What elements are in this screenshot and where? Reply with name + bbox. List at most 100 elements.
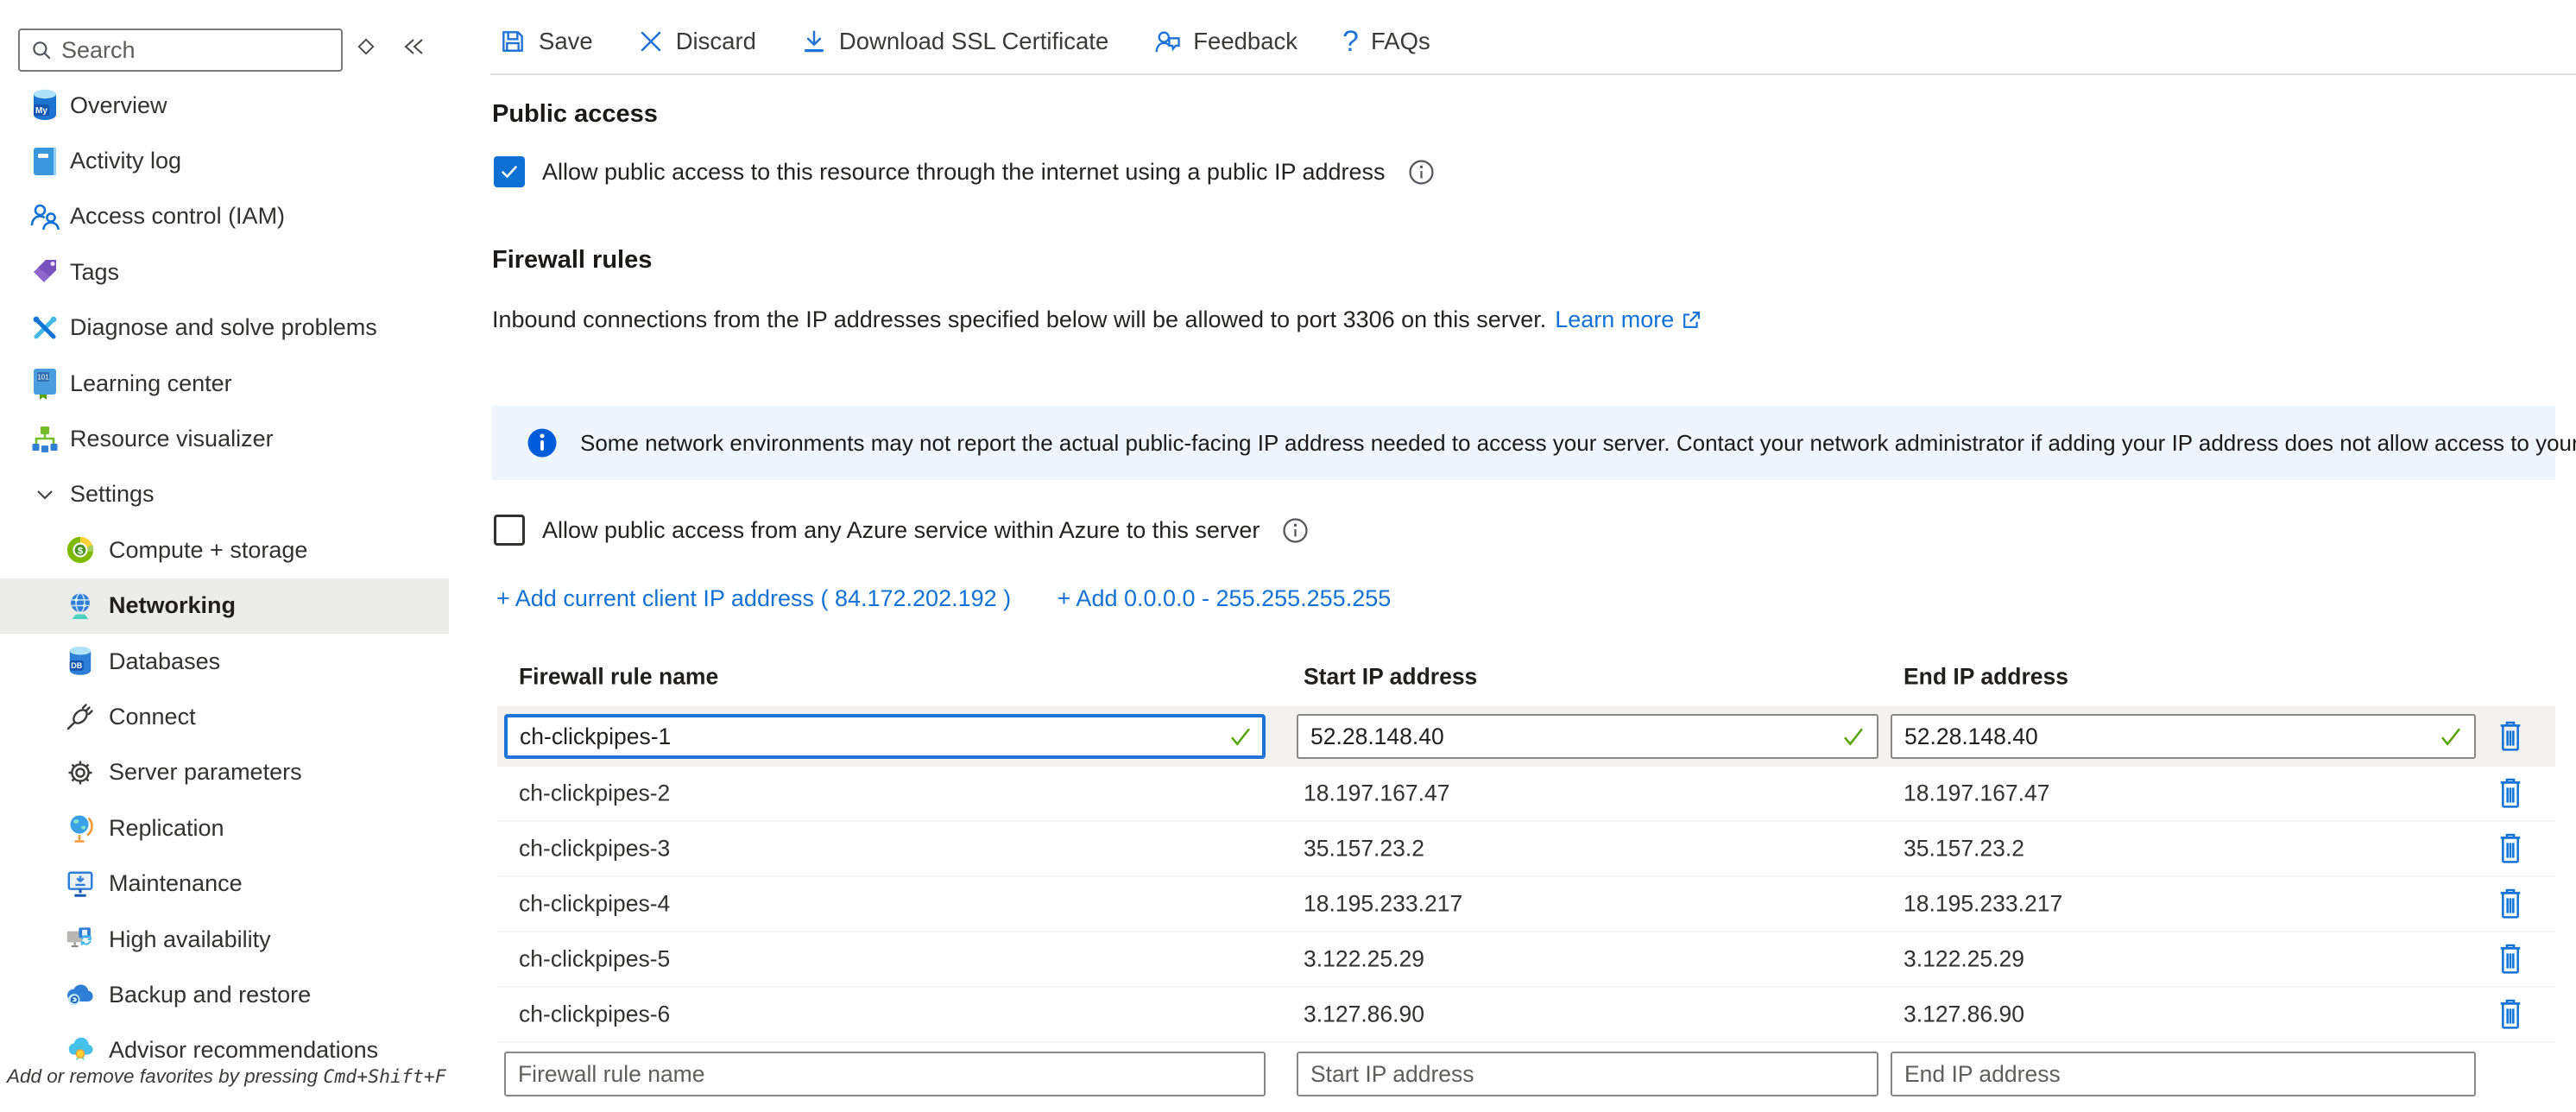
sidebar-item-maintenance[interactable]: Maintenance (0, 856, 449, 911)
mysql-server-icon: My (28, 87, 61, 123)
info-banner: Some network environments may not report… (492, 406, 2555, 480)
save-button[interactable]: Save (499, 28, 593, 55)
sidebar-item-access-control[interactable]: Access control (IAM) (0, 189, 449, 244)
azure-services-checkbox-label: Allow public access from any Azure servi… (542, 517, 1260, 544)
sidebar-item-label: Networking (109, 592, 236, 619)
save-icon (499, 28, 527, 55)
discard-label: Discard (676, 28, 756, 55)
column-header-start-ip: Start IP address (1304, 664, 1477, 691)
sidebar-menu: My Overview Activity log Access control … (0, 78, 449, 1078)
delete-rule-button[interactable] (2491, 995, 2529, 1033)
table-row: ch-clickpipes-6 3.127.86.90 3.127.86.90 (497, 988, 2555, 1043)
discard-button[interactable]: Discard (638, 28, 756, 55)
info-filled-icon (527, 427, 558, 458)
delete-rule-button[interactable] (2491, 830, 2529, 868)
end-ip-cell: 3.122.25.29 (1904, 946, 2024, 973)
learn-more-link[interactable]: Learn more (1555, 306, 1702, 333)
sidebar-item-server-parameters[interactable]: Server parameters (0, 745, 449, 800)
sidebar-item-backup-restore[interactable]: Backup and restore (0, 967, 449, 1022)
learning-center-icon: 101 (28, 365, 61, 401)
sidebar-group-settings[interactable]: Settings (0, 467, 449, 522)
feedback-icon (1153, 28, 1181, 55)
toolbar-divider (490, 73, 2576, 75)
sidebar-item-databases[interactable]: DB Databases (0, 634, 449, 689)
feedback-label: Feedback (1193, 28, 1297, 55)
sidebar-item-connect[interactable]: Connect (0, 689, 449, 744)
add-client-ip-link[interactable]: + Add current client IP address ( 84.172… (496, 585, 1011, 611)
delete-rule-button[interactable] (2491, 885, 2529, 923)
faqs-button[interactable]: ? FAQs (1342, 27, 1430, 56)
backup-restore-icon (66, 976, 95, 1013)
download-icon (801, 28, 827, 54)
rule-name-cell: ch-clickpipes-2 (519, 780, 670, 807)
download-ssl-certificate-button[interactable]: Download SSL Certificate (801, 28, 1108, 55)
sidebar-item-learning-center[interactable]: 101 Learning center (0, 356, 449, 411)
sidebar-item-replication[interactable]: Replication (0, 800, 449, 856)
svg-text:$: $ (78, 547, 84, 557)
sidebar-item-label: Compute + storage (109, 537, 307, 564)
table-row: ch-clickpipes-4 18.195.233.217 18.195.23… (497, 877, 2555, 932)
column-header-rule-name: Firewall rule name (519, 664, 718, 691)
replication-globe-icon (66, 810, 95, 846)
resource-visualizer-icon (28, 421, 61, 458)
start-ip-field-wrapper (1297, 714, 1878, 759)
search-input[interactable] (61, 37, 341, 64)
sidebar-item-resource-visualizer[interactable]: Resource visualizer (0, 411, 449, 466)
sidebar-item-tags[interactable]: Tags (0, 244, 449, 300)
new-start-ip-input[interactable] (1297, 1052, 1878, 1096)
search-icon (30, 39, 53, 61)
high-availability-icon (66, 921, 95, 957)
rule-name-cell: ch-clickpipes-3 (519, 836, 670, 862)
sidebar-item-overview[interactable]: My Overview (0, 78, 449, 133)
start-ip-cell: 3.122.25.29 (1304, 946, 1424, 973)
table-header-row: Firewall rule name Start IP address End … (497, 656, 2555, 698)
access-control-icon (28, 199, 61, 235)
faqs-label: FAQs (1371, 28, 1430, 55)
start-ip-cell: 3.127.86.90 (1304, 1001, 1424, 1028)
trash-icon (2497, 720, 2524, 753)
column-header-end-ip: End IP address (1904, 664, 2068, 691)
delete-rule-button[interactable] (2491, 717, 2529, 755)
start-ip-input[interactable] (1297, 714, 1878, 759)
svg-text:101: 101 (37, 374, 49, 382)
sidebar-item-label: Diagnose and solve problems (70, 314, 377, 341)
info-icon[interactable] (1408, 159, 1435, 186)
public-access-checkbox[interactable] (494, 156, 525, 187)
add-full-range-link[interactable]: + Add 0.0.0.0 - 255.255.255.255 (1058, 585, 1392, 611)
azure-services-checkbox[interactable] (494, 515, 525, 546)
new-rule-name-input[interactable] (504, 1052, 1266, 1096)
end-ip-cell: 18.195.233.217 (1904, 891, 2062, 918)
valid-check-icon (1840, 723, 1866, 749)
tags-icon (28, 254, 61, 290)
rule-name-input[interactable] (504, 714, 1266, 759)
resize-handle-icon[interactable] (350, 31, 382, 62)
advisor-icon (66, 1033, 95, 1069)
valid-check-icon (1228, 723, 1253, 749)
sidebar-item-label: Replication (109, 815, 224, 842)
start-ip-cell: 18.197.167.47 (1304, 780, 1449, 807)
end-ip-input[interactable] (1891, 714, 2476, 759)
table-row: ch-clickpipes-5 3.122.25.29 3.122.25.29 (497, 932, 2555, 988)
sidebar-item-activity-log[interactable]: Activity log (0, 133, 449, 188)
collapse-sidebar-icon[interactable] (399, 31, 430, 62)
info-icon[interactable] (1282, 517, 1309, 544)
feedback-button[interactable]: Feedback (1153, 28, 1297, 55)
delete-rule-button[interactable] (2491, 774, 2529, 812)
sidebar-item-diagnose[interactable]: Diagnose and solve problems (0, 300, 449, 356)
sidebar-item-label: Server parameters (109, 759, 302, 786)
sidebar-item-networking[interactable]: Networking (0, 578, 449, 634)
command-bar: Save Discard Download SSL Certificate Fe… (499, 16, 1430, 67)
new-rule-name-field-wrapper (504, 1052, 1266, 1096)
delete-rule-button[interactable] (2491, 940, 2529, 978)
rule-name-field-wrapper (504, 714, 1266, 759)
plug-icon (66, 698, 95, 735)
rule-name-cell: ch-clickpipes-4 (519, 891, 670, 918)
sidebar-item-compute-storage[interactable]: $ Compute + storage (0, 522, 449, 578)
sidebar-item-high-availability[interactable]: High availability (0, 912, 449, 967)
svg-text:My: My (35, 106, 47, 116)
info-banner-text: Some network environments may not report… (580, 430, 2576, 457)
table-row-editing (497, 706, 2555, 767)
new-end-ip-input[interactable] (1891, 1052, 2476, 1096)
end-ip-cell: 18.197.167.47 (1904, 780, 2049, 807)
maintenance-icon (66, 866, 95, 902)
